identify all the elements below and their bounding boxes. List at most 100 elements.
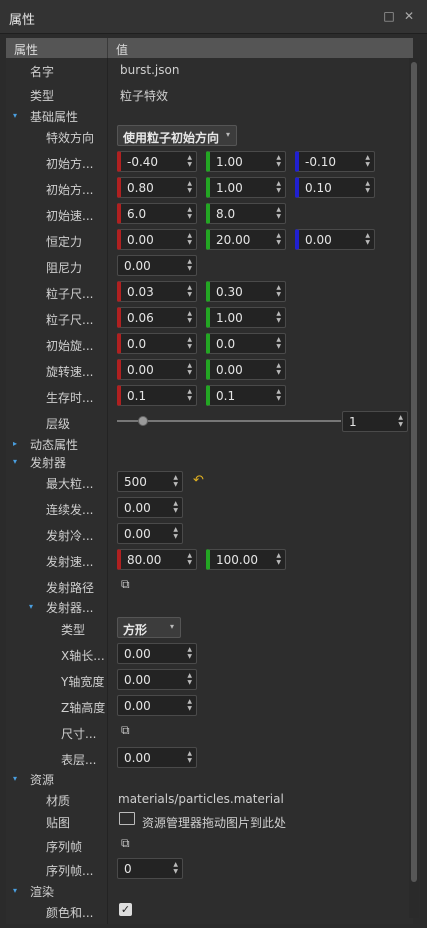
slider-handle[interactable] [138, 416, 149, 426]
shape-type-value: 方形 [123, 623, 148, 637]
y-width-input[interactable]: 0.00 ▲ ▼ [117, 669, 197, 690]
header-property: 属性 [14, 43, 39, 57]
group-render[interactable]: 渲染 [30, 883, 54, 900]
label-y-width: Y轴宽度 [61, 675, 105, 689]
label-max-particles: 最大粒... [46, 477, 94, 491]
const-force-z[interactable]: 0.00 ▲ ▼ [295, 229, 375, 250]
label-frames: 序列帧 [46, 840, 83, 854]
property-panel: 属性 值 名字 burst.json 类型 粒子特效 ▾ 基础属性 特效方向 使… [6, 38, 419, 924]
label-effect-dir: 特效方向 [46, 131, 95, 145]
effect-dir-dropdown[interactable]: 使用粒子初始方向 ▾ [117, 125, 237, 146]
label-size-2: 粒子尺... [46, 313, 94, 327]
value-name: burst.json [120, 63, 180, 77]
label-emit-speed: 发射速... [46, 555, 94, 569]
value-material[interactable]: materials/particles.material [118, 792, 284, 806]
restore-icon[interactable]: □ [382, 9, 396, 23]
label-size-1: 粒子尺... [46, 287, 94, 301]
header-value: 值 [116, 43, 129, 57]
label-rot-speed: 旋转速... [46, 365, 94, 379]
label-z-height: Z轴高度 [61, 701, 106, 715]
value-type: 粒子特效 [120, 89, 169, 103]
size-2-min[interactable]: 0.06 ▲ ▼ [117, 307, 197, 328]
size-1-min[interactable]: 0.03 ▲ ▼ [117, 281, 197, 302]
emit-speed-max[interactable]: 100.00 ▲ ▼ [206, 549, 286, 570]
rot-speed-min[interactable]: 0.00 ▲ ▼ [117, 359, 197, 380]
init-dir-1-x[interactable]: -0.40 ▲ ▼ [117, 151, 197, 172]
collapse-icon[interactable]: ▸ [13, 439, 17, 448]
label-material: 材质 [46, 794, 71, 808]
z-height-input[interactable]: 0.00 ▲ ▼ [117, 695, 197, 716]
window-title: 属性 [9, 13, 36, 28]
const-force-y[interactable]: 20.00 ▲ ▼ [206, 229, 286, 250]
chevron-down-icon: ▾ [169, 622, 174, 631]
rot-speed-max[interactable]: 0.00 ▲ ▼ [206, 359, 286, 380]
size-2-max[interactable]: 1.00 ▲ ▼ [206, 307, 286, 328]
init-dir-2-y[interactable]: 1.00 ▲ ▼ [206, 177, 286, 198]
label-damping: 阻尼力 [46, 261, 83, 275]
label-frame-n: 序列帧... [46, 864, 94, 878]
folder-link-icon[interactable]: ⧉ [121, 836, 130, 851]
group-basic[interactable]: 基础属性 [30, 108, 78, 125]
label-emit-path: 发射路径 [46, 581, 95, 595]
effect-dir-value: 使用粒子初始方向 [123, 131, 220, 145]
label-layer: 层级 [46, 417, 71, 431]
label-init-rot: 初始旋... [46, 339, 94, 353]
label-lifetime: 生存时... [46, 391, 94, 405]
close-icon[interactable]: ✕ [402, 9, 416, 23]
layer-slider[interactable] [117, 411, 341, 432]
surface-input[interactable]: 0.00 ▲ ▼ [117, 747, 197, 768]
init-speed-min[interactable]: 6.0 ▲ ▼ [117, 203, 197, 224]
init-dir-1-y[interactable]: 1.00 ▲ ▼ [206, 151, 286, 172]
chevron-down-icon: ▾ [225, 130, 230, 139]
label-texture: 贴图 [46, 816, 71, 830]
label-size-obj: 尺寸... [61, 727, 97, 741]
folder-link-icon[interactable]: ⧉ [121, 723, 130, 738]
undo-icon[interactable]: ↶ [193, 473, 204, 488]
damping-input[interactable]: 0.00 ▲ ▼ [117, 255, 197, 276]
init-speed-max[interactable]: 8.0 ▲ ▼ [206, 203, 286, 224]
label-const-force: 恒定力 [46, 235, 83, 249]
lifetime-min[interactable]: 0.1 ▲ ▼ [117, 385, 197, 406]
const-force-x[interactable]: 0.00 ▲ ▼ [117, 229, 197, 250]
label-x-len: X轴长... [61, 649, 105, 663]
group-resources[interactable]: 资源 [30, 771, 54, 788]
group-dynamic[interactable]: 动态属性 [30, 436, 78, 453]
emit-speed-min[interactable]: 80.00 ▲ ▼ [117, 549, 197, 570]
expand-icon[interactable]: ▾ [29, 602, 33, 611]
frame-n-input[interactable]: 0 ▲ ▼ [117, 858, 183, 879]
image-icon [119, 812, 135, 825]
value-texture[interactable]: 资源管理器拖动图片到此处 [142, 814, 286, 831]
size-1-max[interactable]: 0.30 ▲ ▼ [206, 281, 286, 302]
max-particles-input[interactable]: 500 ▲ ▼ [117, 471, 183, 492]
label-type: 类型 [30, 89, 55, 103]
cooldown-input[interactable]: 0.00 ▲ ▼ [117, 523, 183, 544]
group-emitter-shape[interactable]: 发射器... [46, 599, 93, 616]
init-dir-1-z[interactable]: -0.10 ▲ ▼ [295, 151, 375, 172]
table-header: 属性 值 [6, 38, 413, 58]
continuous-input[interactable]: 0.00 ▲ ▼ [117, 497, 183, 518]
expand-icon[interactable]: ▾ [13, 457, 17, 466]
x-len-input[interactable]: 0.00 ▲ ▼ [117, 643, 197, 664]
init-dir-2-x[interactable]: 0.80 ▲ ▼ [117, 177, 197, 198]
label-init-dir-2: 初始方... [46, 183, 94, 197]
color-blend-checkbox[interactable]: ✓ [119, 903, 132, 916]
shape-type-dropdown[interactable]: 方形 ▾ [117, 617, 181, 638]
label-continuous: 连续发... [46, 503, 94, 517]
init-dir-2-z[interactable]: 0.10 ▲ ▼ [295, 177, 375, 198]
folder-link-icon[interactable]: ⧉ [121, 577, 130, 592]
label-shape-type: 类型 [61, 623, 86, 637]
scrollbar[interactable] [409, 58, 419, 918]
group-emitter[interactable]: 发射器 [30, 454, 66, 471]
label-init-speed: 初始速... [46, 209, 94, 223]
label-cooldown: 发射冷... [46, 529, 94, 543]
expand-icon[interactable]: ▾ [13, 111, 17, 120]
lifetime-max[interactable]: 0.1 ▲ ▼ [206, 385, 286, 406]
label-name: 名字 [30, 65, 55, 79]
window-titlebar: 属性 □ ✕ [0, 0, 427, 34]
expand-icon[interactable]: ▾ [13, 886, 17, 895]
layer-input[interactable]: 1 ▲ ▼ [342, 411, 408, 432]
init-rot-min[interactable]: 0.0 ▲ ▼ [117, 333, 197, 354]
label-color-blend: 颜色和... [46, 906, 94, 920]
expand-icon[interactable]: ▾ [13, 774, 17, 783]
init-rot-max[interactable]: 0.0 ▲ ▼ [206, 333, 286, 354]
